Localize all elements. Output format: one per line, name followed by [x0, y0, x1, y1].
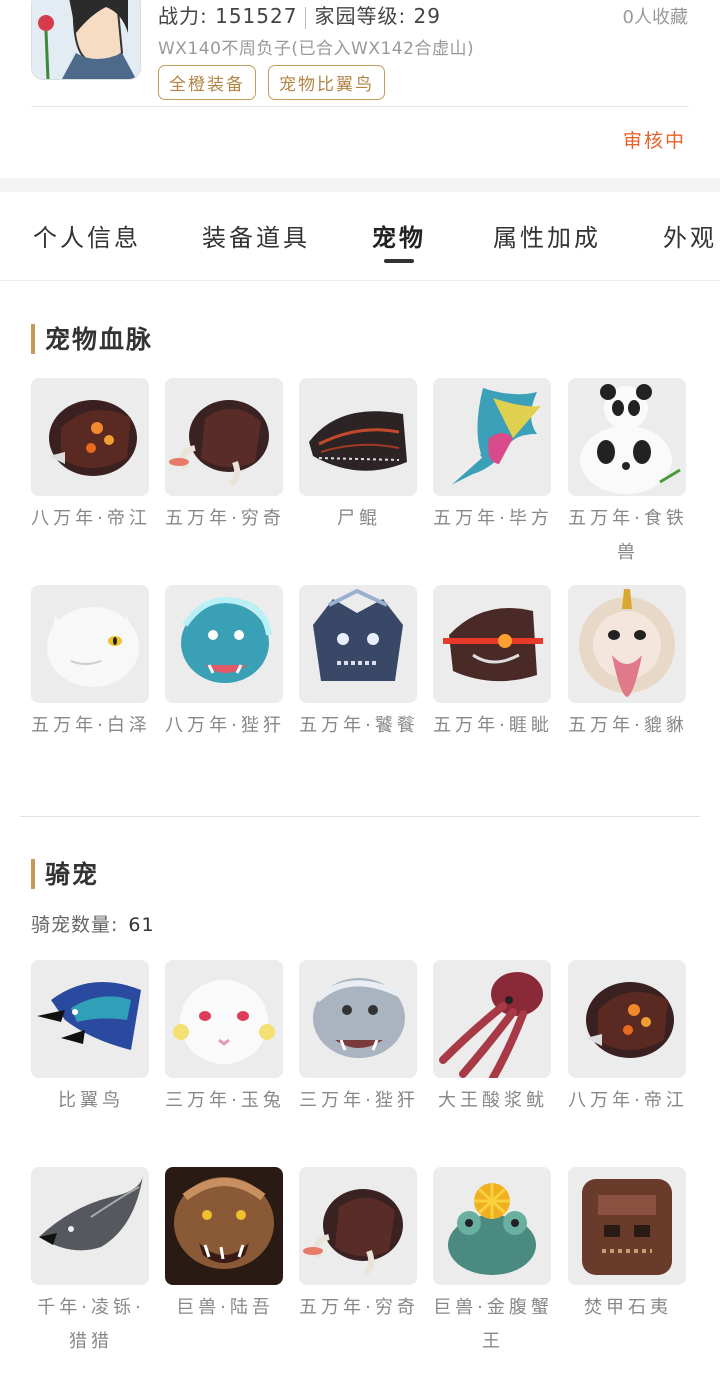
mount-pet-card[interactable]: 八万年·帝江: [568, 960, 688, 1118]
mount-pet-card[interactable]: 比翼鸟: [31, 960, 151, 1118]
mount-pet-name: 五万年·穷奇: [299, 1297, 419, 1318]
stats-separator: [305, 6, 307, 29]
bloodline-pet-name: 五万年·貔貅: [568, 715, 688, 736]
bloodline-pet-card[interactable]: 五万年·貔貅: [568, 585, 688, 743]
tag-full-orange-gear: 全橙装备: [158, 65, 256, 100]
bloodline-pet-name: 八万年·狴犴: [165, 715, 285, 736]
stone-totem-icon: [568, 1167, 686, 1285]
bloodline-pet-name: 尸鲲: [337, 508, 381, 529]
bloodline-pet-card[interactable]: 五万年·睚眦: [433, 585, 553, 743]
tusked-beast-head-icon: [299, 1167, 417, 1285]
dark-fish-head-icon: [299, 378, 417, 496]
section-divider: [20, 816, 700, 817]
mount-pet-name: 焚甲石夷: [584, 1297, 672, 1318]
phoenix-bird-head-icon: [433, 378, 551, 496]
grey-bird-head-icon: [31, 1167, 149, 1285]
home-level: 家园等级: 29: [314, 4, 441, 28]
panda-icon: [568, 378, 686, 496]
mount-pet-card[interactable]: 五万年·穷奇: [299, 1167, 419, 1325]
mounts-title: 骑宠: [31, 855, 99, 891]
bloodline-pet-card[interactable]: 五万年·白泽: [31, 585, 151, 743]
mount-pet-card[interactable]: 大王酸浆鱿: [433, 960, 553, 1118]
tab-equipment[interactable]: 装备道具: [202, 218, 310, 253]
bloodline-pet-card[interactable]: 五万年·毕方: [433, 378, 553, 536]
tab-bar: 个人信息 装备道具 宠物 属性加成 外观: [0, 192, 720, 281]
combat-power: 战力: 151527: [158, 4, 298, 28]
bloodline-pet-name: 五万年·饕餮: [299, 715, 419, 736]
bloodline-pet-card[interactable]: 八万年·狴犴: [165, 585, 285, 743]
server-name: WX140不周负子(已合入WX142合虚山): [158, 39, 475, 59]
active-tab-indicator: [384, 259, 414, 263]
mount-pet-card[interactable]: 巨兽·陆吾: [165, 1167, 285, 1325]
mount-count: 骑宠数量: 61: [31, 910, 155, 937]
bloodline-pet-name: 五万年·穷奇: [165, 508, 285, 529]
section-gap: [0, 178, 720, 192]
mount-pet-name: 比翼鸟: [58, 1090, 124, 1111]
white-cat-head-icon: [31, 585, 149, 703]
mount-pet-card[interactable]: 焚甲石夷: [568, 1167, 688, 1325]
mount-pet-card[interactable]: 三万年·狴犴: [299, 960, 419, 1118]
tab-pets[interactable]: 宠物: [372, 218, 426, 253]
review-status: 审核中: [622, 130, 686, 152]
bloodline-pet-card[interactable]: 尸鲲: [299, 378, 419, 536]
blue-bird-heads-icon: [31, 960, 149, 1078]
bloodline-pet-card[interactable]: 五万年·饕餮: [299, 585, 419, 743]
tab-personal-info[interactable]: 个人信息: [33, 218, 141, 253]
mount-pet-name: 巨兽·陆吾: [176, 1297, 274, 1318]
mount-pet-card[interactable]: 三万年·玉兔: [165, 960, 285, 1118]
bloodline-title: 宠物血脉: [31, 320, 153, 356]
tab-appearance[interactable]: 外观: [663, 218, 717, 253]
white-rabbit-icon: [165, 960, 283, 1078]
mount-pet-name: 三万年·狴犴: [299, 1090, 419, 1111]
crab-king-icon: [433, 1167, 551, 1285]
tab-attributes[interactable]: 属性加成: [493, 218, 601, 253]
bloodline-pet-name: 五万年·食铁兽: [568, 508, 688, 563]
bloodline-pet-name: 五万年·白泽: [31, 715, 151, 736]
mount-pet-name: 大王酸浆鱿: [438, 1090, 548, 1111]
red-dragon-head-icon: [568, 960, 686, 1078]
red-squid-icon: [433, 960, 551, 1078]
silver-beast-head-icon: [299, 960, 417, 1078]
bloodline-pet-card[interactable]: 五万年·穷奇: [165, 378, 285, 536]
mount-pet-name: 千年·凌铄·猎猎: [37, 1297, 145, 1352]
red-eyed-dragon-icon: [433, 585, 551, 703]
mount-pet-card[interactable]: 巨兽·金腹蟹王: [433, 1167, 553, 1359]
bloodline-pet-card[interactable]: 五万年·食铁兽: [568, 378, 688, 570]
blue-beast-head-icon: [165, 585, 283, 703]
tusked-beast-head-icon: [165, 378, 283, 496]
armored-beast-head-icon: [299, 585, 417, 703]
mount-pet-name: 三万年·玉兔: [165, 1090, 285, 1111]
favorites-count[interactable]: 0人收藏: [623, 3, 688, 29]
bloodline-pet-name: 五万年·毕方: [433, 508, 553, 529]
power-and-home-level: 战力: 151527 家园等级: 29: [158, 0, 441, 29]
mount-count-value: 61: [128, 914, 155, 936]
tiger-beast-icon: [165, 1167, 283, 1285]
red-dragon-head-icon: [31, 378, 149, 496]
bloodline-pet-name: 八万年·帝江: [31, 508, 151, 529]
lion-head-icon: [568, 585, 686, 703]
mount-pet-name: 巨兽·金腹蟹王: [433, 1297, 553, 1352]
mount-count-label: 骑宠数量:: [31, 914, 119, 936]
mount-pet-card[interactable]: 千年·凌铄·猎猎: [31, 1167, 151, 1359]
bloodline-pet-name: 五万年·睚眦: [433, 715, 553, 736]
bloodline-pet-card[interactable]: 八万年·帝江: [31, 378, 151, 536]
user-avatar[interactable]: [31, 0, 141, 80]
tag-pet-biyi-bird: 宠物比翼鸟: [268, 65, 385, 100]
profile-divider: [31, 106, 689, 107]
tag-list: 全橙装备 宠物比翼鸟: [158, 65, 385, 100]
profile-header: 战力: 151527 家园等级: 29 0人收藏 WX140不周负子(已合入WX1…: [0, 0, 720, 178]
mount-pet-name: 八万年·帝江: [568, 1090, 688, 1111]
